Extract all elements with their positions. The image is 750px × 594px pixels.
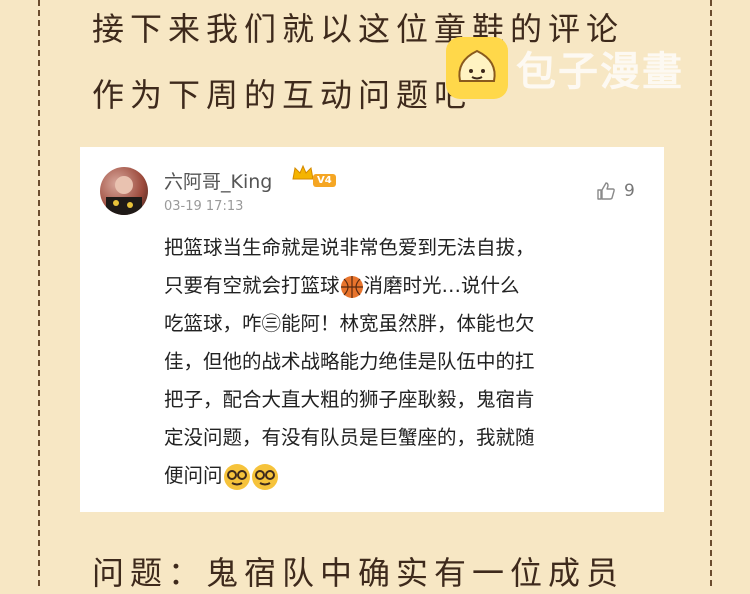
comment-line: 定没问题，有没有队员是巨蟹座的，我就随 [164,426,535,449]
like-count: 9 [624,181,635,201]
comment-line: 消磨时光…说什么 [363,274,520,297]
crown-icon [292,164,314,180]
avatar[interactable] [100,167,148,215]
comment-card: 六阿哥_King V4 03-19 17:13 9 把篮球当生命就是说非常色爱到… [80,147,664,512]
right-dashed-border [710,0,712,586]
watermark: 包子漫畫 [446,36,684,100]
heading-line-3: 问题：鬼宿队中确实有一位成员 [92,554,625,592]
comment-line: 佳，但他的战术战略能力绝佳是队伍中的扛 [164,350,535,373]
comment-line: 便问问 [164,464,223,487]
comment-body: 把篮球当生命就是说非常色爱到无法自拔， 只要有空就会打篮球 消磨时光…说什么 吃篮… [164,229,638,495]
thumbs-up-icon [597,182,615,200]
heading-line-2: 作为下周的互动问题吧~ [92,76,505,114]
comment-line: 吃篮球，咋㊂能阿！林宽虽然胖，体能也欠 [164,312,535,335]
comment-line: 把子，配合大直大粗的狮子座耿毅，鬼宿肯 [164,388,535,411]
vip-level-badge: V4 [313,174,336,187]
like-button[interactable]: 9 [596,181,635,201]
nerd-face-icon [251,463,278,490]
nerd-face-icon [223,463,250,490]
left-dashed-border [38,0,40,586]
bun-logo-icon [446,37,508,99]
basketball-icon [340,275,363,298]
comment-username[interactable]: 六阿哥_King [164,167,272,194]
comment-line: 把篮球当生命就是说非常色爱到无法自拔， [164,236,535,259]
comment-line: 只要有空就会打篮球 [164,274,340,297]
comment-timestamp: 03-19 17:13 [164,199,244,214]
watermark-text: 包子漫畫 [516,49,684,95]
